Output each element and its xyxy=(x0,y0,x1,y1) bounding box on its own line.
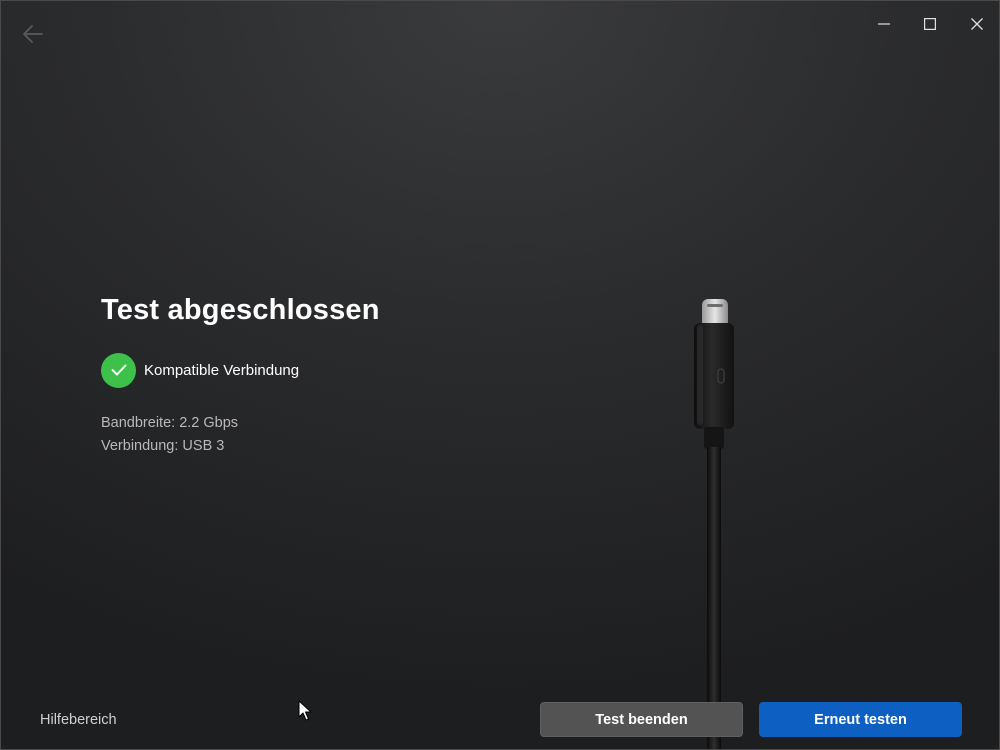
maximize-icon xyxy=(924,18,936,30)
minimize-icon xyxy=(878,23,890,25)
status-check-badge xyxy=(101,352,136,388)
arrow-left-icon xyxy=(23,25,43,43)
retest-button[interactable]: Erneut testen xyxy=(759,702,962,737)
minimize-button[interactable] xyxy=(861,9,907,39)
status-row: Kompatible Verbindung xyxy=(101,352,299,388)
close-button[interactable] xyxy=(954,9,999,39)
status-text: Kompatible Verbindung xyxy=(144,361,300,379)
end-test-button[interactable]: Test beenden xyxy=(540,702,743,737)
close-icon xyxy=(971,18,983,30)
bandwidth-info: Bandbreite: 2.2 Gbps xyxy=(101,415,239,431)
app-window: Test abgeschlossen Kompatible Verbindung… xyxy=(0,0,1000,750)
page-title: Test abgeschlossen xyxy=(101,294,380,326)
check-icon xyxy=(111,364,126,376)
maximize-button[interactable] xyxy=(907,9,953,39)
mouse-cursor-icon xyxy=(298,700,312,721)
usb-c-cable-icon xyxy=(694,299,734,749)
connection-info: Verbindung: USB 3 xyxy=(101,438,225,454)
back-button[interactable] xyxy=(17,19,49,49)
help-link[interactable]: Hilfebereich xyxy=(40,712,117,728)
